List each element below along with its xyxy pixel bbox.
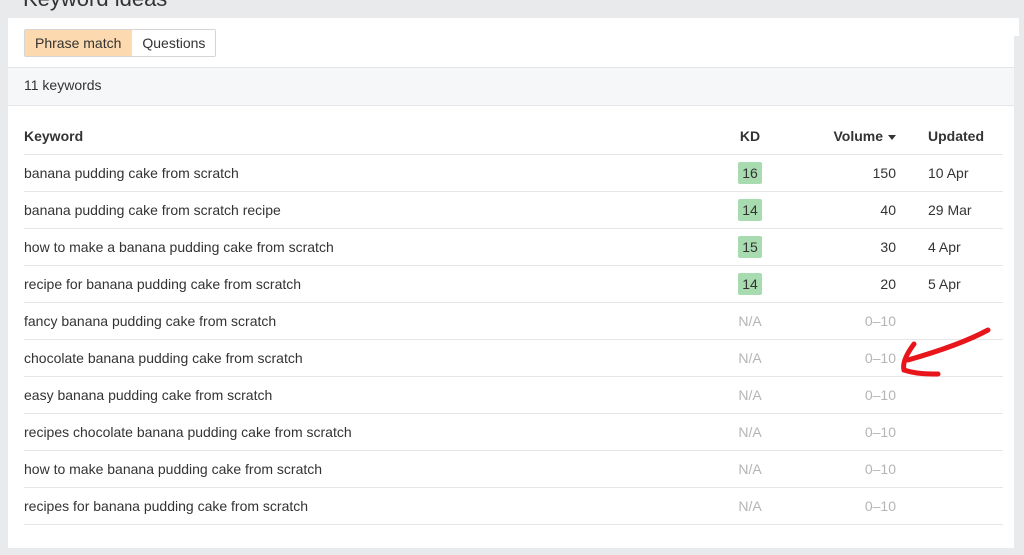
kd-badge: 14 xyxy=(738,199,762,221)
kd-value: N/A xyxy=(738,313,762,329)
keyword-link[interactable]: banana pudding cake from scratch recipe xyxy=(24,202,281,218)
volume-cell: 0–10 xyxy=(786,376,896,414)
sort-descending-icon xyxy=(888,134,896,140)
keyword-link[interactable]: fancy banana pudding cake from scratch xyxy=(24,313,276,329)
column-header-kd[interactable]: KD xyxy=(714,118,786,155)
updated-cell xyxy=(896,413,1003,451)
kd-badge: 14 xyxy=(738,273,762,295)
volume-cell: 0–10 xyxy=(786,339,896,377)
keyword-link[interactable]: banana pudding cake from scratch xyxy=(24,165,239,181)
kd-value: N/A xyxy=(738,461,762,477)
kd-cell: 15 xyxy=(714,228,786,266)
table-header-row: Keyword KD Volume Updated xyxy=(24,118,1003,155)
kd-cell: 14 xyxy=(714,265,786,303)
updated-cell: 5 Apr xyxy=(896,265,1003,303)
keyword-cell: chocolate banana pudding cake from scrat… xyxy=(24,339,714,377)
keyword-cell: how to make a banana pudding cake from s… xyxy=(24,228,714,266)
table-row: recipes chocolate banana pudding cake fr… xyxy=(24,413,1003,451)
column-header-volume[interactable]: Volume xyxy=(786,118,896,155)
keyword-link[interactable]: recipes chocolate banana pudding cake fr… xyxy=(24,424,352,440)
kd-cell: N/A xyxy=(714,339,786,377)
tab-phrase-match[interactable]: Phrase match xyxy=(25,30,132,56)
volume-cell: 150 xyxy=(786,154,896,192)
table-row: recipe for banana pudding cake from scra… xyxy=(24,265,1003,303)
updated-cell xyxy=(896,450,1003,488)
table-row: chocolate banana pudding cake from scrat… xyxy=(24,339,1003,377)
kd-cell: N/A xyxy=(714,376,786,414)
tab-questions[interactable]: Questions xyxy=(131,30,216,56)
keyword-cell: recipes chocolate banana pudding cake fr… xyxy=(24,413,714,451)
keyword-cell: recipes for banana pudding cake from scr… xyxy=(24,487,714,525)
keyword-link[interactable]: chocolate banana pudding cake from scrat… xyxy=(24,350,303,366)
volume-cell: 0–10 xyxy=(786,302,896,340)
keyword-count-bar: 11 keywords xyxy=(8,67,1019,106)
scrollbar-track[interactable] xyxy=(1014,36,1019,555)
kd-value: N/A xyxy=(738,424,762,440)
kd-value: N/A xyxy=(738,387,762,403)
kd-badge: 15 xyxy=(738,236,762,258)
kd-value: N/A xyxy=(738,498,762,514)
keyword-cell: banana pudding cake from scratch xyxy=(24,154,714,192)
kd-badge: 16 xyxy=(738,162,762,184)
table-row: fancy banana pudding cake from scratch N/… xyxy=(24,302,1003,340)
table-row: easy banana pudding cake from scratch N/A… xyxy=(24,376,1003,414)
updated-cell xyxy=(896,376,1003,414)
keywords-table: Keyword KD Volume Updated banana pudding… xyxy=(24,118,1003,525)
updated-cell: 4 Apr xyxy=(896,228,1003,266)
keyword-link[interactable]: easy banana pudding cake from scratch xyxy=(24,387,272,403)
kd-cell: 16 xyxy=(714,154,786,192)
volume-cell: 0–10 xyxy=(786,487,896,525)
volume-cell: 20 xyxy=(786,265,896,303)
keyword-link[interactable]: how to make banana pudding cake from scr… xyxy=(24,461,322,477)
kd-cell: N/A xyxy=(714,302,786,340)
keyword-count: 11 keywords xyxy=(24,77,102,93)
kd-cell: N/A xyxy=(714,413,786,451)
updated-cell: 10 Apr xyxy=(896,154,1003,192)
kd-value: N/A xyxy=(738,350,762,366)
keyword-cell: easy banana pudding cake from scratch xyxy=(24,376,714,414)
table-row: recipes for banana pudding cake from scr… xyxy=(24,487,1003,525)
updated-cell xyxy=(896,487,1003,525)
volume-cell: 40 xyxy=(786,191,896,229)
volume-cell: 0–10 xyxy=(786,413,896,451)
updated-cell xyxy=(896,302,1003,340)
keyword-link[interactable]: recipes for banana pudding cake from scr… xyxy=(24,498,308,514)
keyword-link[interactable]: recipe for banana pudding cake from scra… xyxy=(24,276,301,292)
kd-cell: 14 xyxy=(714,191,786,229)
keyword-cell: how to make banana pudding cake from scr… xyxy=(24,450,714,488)
table-row: how to make banana pudding cake from scr… xyxy=(24,450,1003,488)
keyword-link[interactable]: how to make a banana pudding cake from s… xyxy=(24,239,334,255)
column-header-updated[interactable]: Updated xyxy=(896,118,1003,155)
volume-cell: 30 xyxy=(786,228,896,266)
column-header-keyword[interactable]: Keyword xyxy=(24,118,714,155)
table-row: banana pudding cake from scratch 16 150 10 … xyxy=(24,154,1003,192)
table-row: how to make a banana pudding cake from s… xyxy=(24,228,1003,266)
updated-cell: 29 Mar xyxy=(896,191,1003,229)
updated-cell xyxy=(896,339,1003,377)
keywords-panel: Phrase match Questions 11 keywords Keywo… xyxy=(8,18,1019,555)
kd-cell: N/A xyxy=(714,487,786,525)
match-type-tabs: Phrase match Questions xyxy=(24,29,217,57)
kd-cell: N/A xyxy=(714,450,786,488)
volume-cell: 0–10 xyxy=(786,450,896,488)
page-title-partial: Keyword ideas xyxy=(23,0,167,12)
table-row: banana pudding cake from scratch recipe 1… xyxy=(24,191,1003,229)
keyword-cell: banana pudding cake from scratch recipe xyxy=(24,191,714,229)
keyword-cell: fancy banana pudding cake from scratch xyxy=(24,302,714,340)
keyword-cell: recipe for banana pudding cake from scra… xyxy=(24,265,714,303)
